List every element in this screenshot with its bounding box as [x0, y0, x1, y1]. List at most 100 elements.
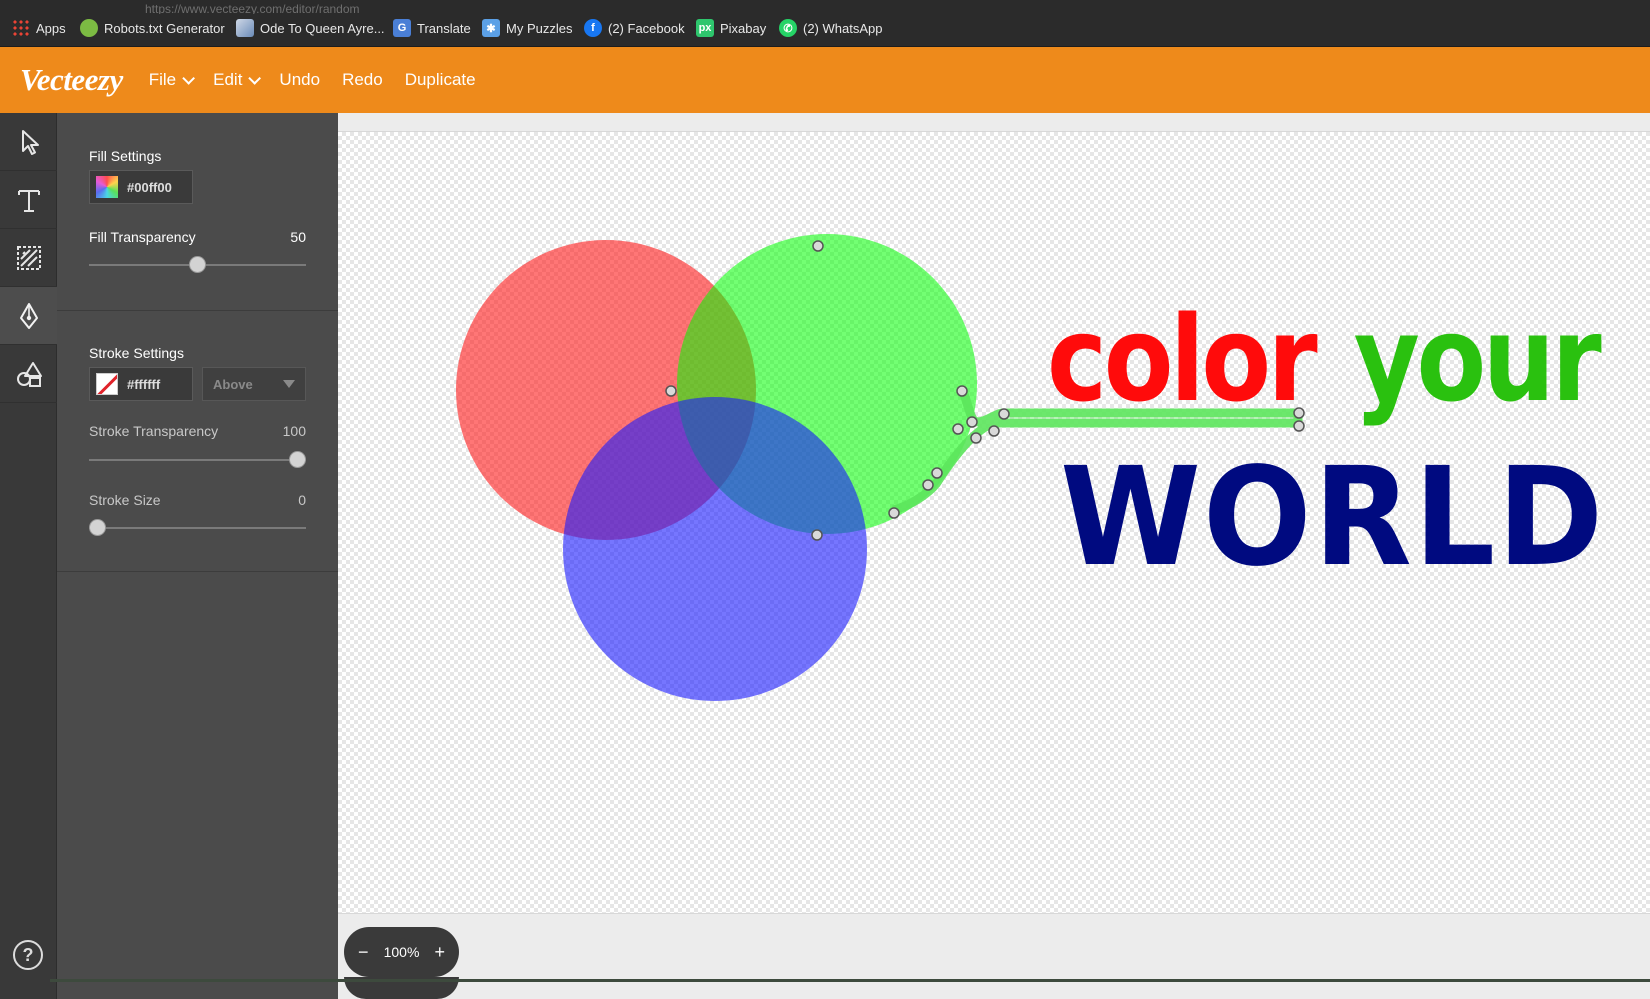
panel-divider	[57, 571, 338, 572]
canvas-area: color your WORLD	[338, 113, 1650, 999]
stroke-color-hex: #ffffff	[127, 376, 161, 392]
anchor-point[interactable]	[888, 507, 900, 519]
page-icon	[236, 19, 254, 37]
undo-label: Undo	[279, 70, 321, 89]
stroke-size-slider[interactable]	[89, 519, 306, 536]
panel-divider	[57, 310, 338, 311]
chevron-down-icon	[248, 71, 262, 85]
select-tool[interactable]	[0, 113, 57, 171]
bookmark-label: Ode To Queen Ayre...	[260, 20, 385, 36]
bookmark-facebook[interactable]: f (2) Facebook	[584, 16, 685, 40]
bookmark-puzzles[interactable]: ✱ My Puzzles	[482, 16, 572, 40]
bookmark-ode[interactable]: Ode To Queen Ayre...	[236, 16, 385, 40]
bookmark-label: Translate	[417, 20, 471, 36]
pixabay-icon: px	[696, 19, 714, 37]
bookmark-label: My Puzzles	[506, 20, 573, 36]
zoom-control: − 100% +	[344, 927, 459, 977]
stroke-transparency-slider[interactable]	[89, 451, 306, 468]
duplicate-button[interactable]: Duplicate	[405, 70, 476, 90]
fill-color-hex: #00ff00	[127, 179, 172, 195]
translate-icon: G	[393, 19, 411, 37]
image-tool[interactable]	[0, 229, 57, 287]
bookmark-translate[interactable]: G Translate	[393, 16, 471, 40]
color-wheel-icon	[96, 176, 118, 198]
blue-circle[interactable]	[563, 397, 867, 701]
bookmarks-bar: https://www.vecteezy.com/editor/random A…	[0, 0, 1650, 47]
apps-grid-icon	[12, 19, 30, 37]
whatsapp-icon: ✆	[779, 19, 797, 37]
slider-thumb[interactable]	[189, 256, 206, 273]
vecteezy-logo[interactable]: Vecteezy	[20, 62, 123, 98]
caret-down-icon	[283, 380, 295, 388]
fill-transparency-slider[interactable]	[89, 256, 306, 273]
pen-tool[interactable]	[0, 287, 57, 345]
help-icon[interactable]: ?	[13, 940, 43, 970]
horizontal-scrollbar[interactable]	[50, 979, 1650, 982]
slider-thumb[interactable]	[289, 451, 306, 468]
anchor-point[interactable]	[922, 479, 934, 491]
stroke-size-label: Stroke Size	[89, 492, 161, 508]
bookmark-robots[interactable]: Robots.txt Generator	[80, 16, 225, 40]
anchor-point[interactable]	[952, 423, 964, 435]
duplicate-label: Duplicate	[404, 70, 476, 89]
shapes-tool[interactable]	[0, 345, 57, 403]
robots-icon	[80, 19, 98, 37]
anchor-point[interactable]	[966, 416, 978, 428]
drawing-canvas[interactable]: color your WORLD	[338, 131, 1650, 914]
stroke-transparency-label: Stroke Transparency	[89, 423, 219, 439]
fill-color-picker[interactable]: #00ff00	[89, 170, 193, 204]
bookmark-label: (2) Facebook	[608, 20, 685, 36]
zoom-out-button[interactable]: −	[358, 942, 369, 963]
settings-panel: Fill Settings #00ff00 Fill Transparency …	[57, 113, 338, 999]
anchor-point[interactable]	[811, 529, 823, 541]
menu-file-label: File	[148, 70, 177, 89]
anchor-point[interactable]	[988, 425, 1000, 437]
text-tool[interactable]	[0, 171, 57, 229]
word-your: your	[1353, 290, 1602, 428]
stroke-color-picker[interactable]: #ffffff	[89, 367, 193, 401]
stroke-position-value: Above	[213, 376, 253, 392]
facebook-icon: f	[584, 19, 602, 37]
fill-transparency-value: 50	[290, 229, 306, 245]
anchor-point[interactable]	[998, 408, 1010, 420]
zoom-level: 100%	[383, 944, 420, 960]
headline-world[interactable]: WORLD	[1060, 450, 1605, 586]
stroke-transparency-value: 100	[282, 423, 306, 439]
cursor-arrow-icon	[21, 129, 39, 155]
tool-rail: ?	[0, 113, 57, 999]
bookmark-whatsapp[interactable]: ✆ (2) WhatsApp	[779, 16, 882, 40]
menu-edit-label: Edit	[213, 70, 243, 89]
anchor-point[interactable]	[956, 385, 968, 397]
anchor-point[interactable]	[970, 432, 982, 444]
image-pattern-icon	[16, 245, 41, 270]
bookmark-pixabay[interactable]: px Pixabay	[696, 16, 766, 40]
fill-transparency-label: Fill Transparency	[89, 229, 196, 245]
menu-edit[interactable]: Edit	[213, 70, 262, 90]
zoom-in-button[interactable]: +	[434, 942, 445, 963]
puzzle-icon: ✱	[482, 19, 500, 37]
bookmark-label: (2) WhatsApp	[803, 20, 883, 36]
pen-nib-icon	[19, 302, 38, 329]
word-color: color	[1047, 290, 1318, 428]
no-color-icon	[96, 373, 118, 395]
address-bar-remnant: https://www.vecteezy.com/editor/random	[0, 0, 1650, 14]
bookmark-label: Pixabay	[720, 20, 767, 36]
shapes-icon	[16, 361, 42, 387]
chevron-down-icon	[182, 71, 196, 85]
anchor-point[interactable]	[665, 385, 677, 397]
undo-button[interactable]: Undo	[279, 70, 320, 90]
bookmark-apps[interactable]: Apps	[12, 16, 66, 40]
stroke-position-select[interactable]: Above	[202, 367, 306, 401]
menu-file[interactable]: File	[148, 70, 196, 90]
anchor-point[interactable]	[931, 467, 943, 479]
anchor-point[interactable]	[812, 240, 824, 252]
stroke-size-value: 0	[298, 492, 306, 508]
headline-color-your[interactable]: color your	[1047, 300, 1602, 418]
stroke-settings-title: Stroke Settings	[89, 345, 184, 361]
redo-button[interactable]: Redo	[342, 70, 383, 90]
main-menu: File Edit Undo Redo Duplicate	[149, 70, 476, 90]
faded-url-text: https://www.vecteezy.com/editor/random	[145, 2, 360, 14]
bookmark-label: Apps	[36, 20, 66, 36]
slider-thumb[interactable]	[89, 519, 106, 536]
app-header: Vecteezy File Edit Undo Redo Duplicate	[0, 47, 1650, 113]
